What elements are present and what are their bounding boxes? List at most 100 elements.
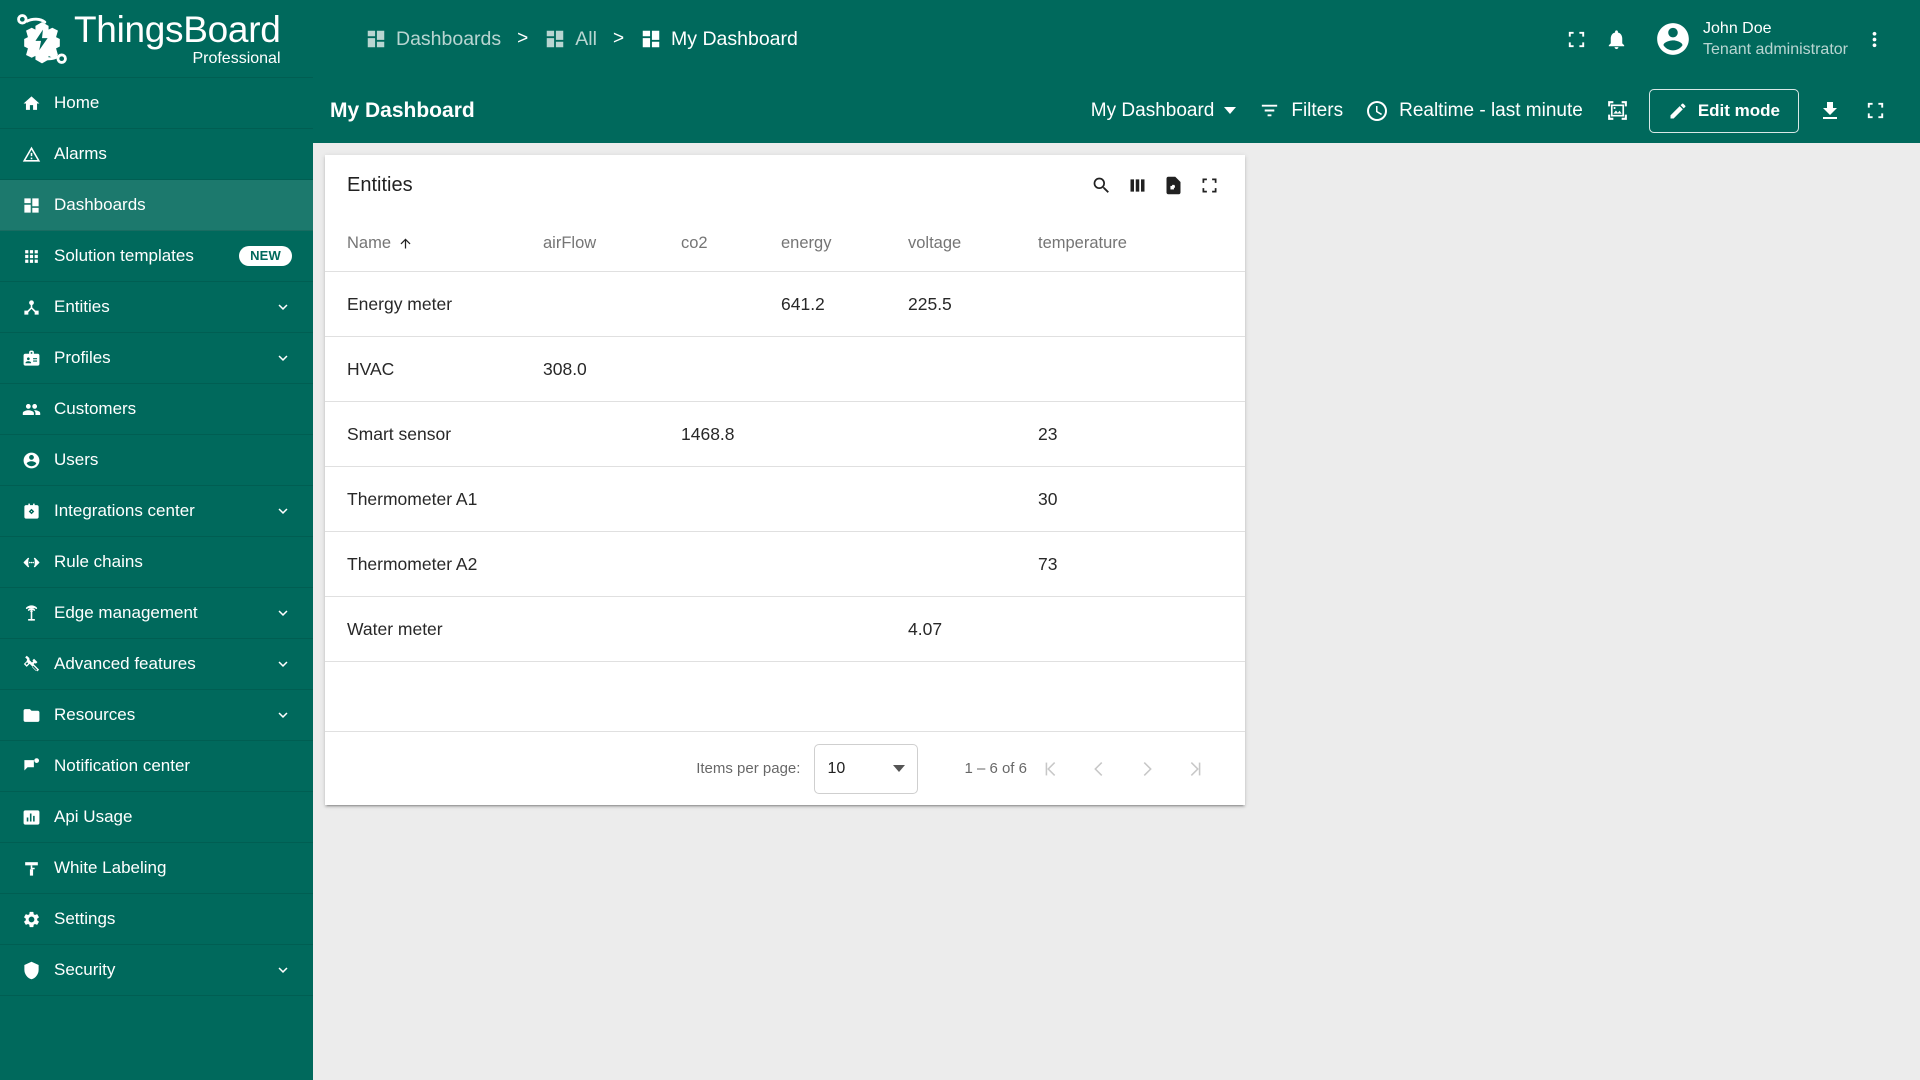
table-header-row: Name airFlow co2 energy voltage temperat… [325,215,1245,272]
sidebar-item-rule-chains[interactable]: Rule chains [0,537,313,588]
chevron-down-icon[interactable] [274,655,292,673]
thingsboard-app: ThingsBoard Professional Home Alarms Das… [0,0,1920,1080]
column-header-co2[interactable]: co2 [681,234,781,253]
cell-name: Water meter [347,618,443,639]
dashboard-fullscreen-button[interactable] [1853,89,1898,133]
sidebar-item-advanced-features[interactable]: Advanced features [0,639,313,690]
sidebar-item-dashboards[interactable]: Dashboards [0,180,313,231]
column-header-energy[interactable]: energy [781,234,908,253]
download-button[interactable] [1807,89,1853,133]
breadcrumb-item-dashboards[interactable]: Dashboards [365,28,501,51]
cell-temperature: 23 [1038,423,1058,444]
sidebar-item-label: Profiles [54,348,111,367]
cell-voltage: 4.07 [908,618,943,639]
breadcrumb-item-all[interactable]: All [544,28,597,51]
sidebar-item-entities[interactable]: Entities [0,282,313,333]
brand-name: ThingsBoard [74,8,281,50]
chevron-down-icon[interactable] [274,961,292,979]
table-row[interactable]: Water meter 4.07 [325,597,1245,662]
breadcrumb-separator: > [517,28,529,49]
sidebar-item-alarms[interactable]: Alarms [0,129,313,180]
sidebar-item-label: Entities [54,297,110,316]
chevron-down-icon[interactable] [274,706,292,724]
column-header-airflow[interactable]: airFlow [543,234,681,253]
last-page-icon[interactable] [1171,747,1219,791]
sidebar-item-api-usage[interactable]: Api Usage [0,792,313,843]
cell-co2: 1468.8 [681,423,735,444]
previous-page-icon[interactable] [1075,747,1123,791]
table-row[interactable]: Energy meter 641.2 225.5 [325,272,1245,337]
edit-mode-label: Edit mode [1697,100,1780,120]
items-per-page-label: Items per page: [696,760,801,777]
clock-icon [1365,99,1389,123]
breadcrumb-item-my-dashboard[interactable]: My Dashboard [640,28,798,51]
sidebar-item-home[interactable]: Home [0,78,313,129]
breadcrumb: Dashboards > All > My Dashboard [365,28,798,51]
sidebar-item-label: Advanced features [54,654,196,673]
dashboard-select[interactable]: My Dashboard [1080,89,1248,133]
sidebar: ThingsBoard Professional Home Alarms Das… [0,0,313,1080]
entities-table-widget: Entities Name airFlow co2 energy voltage… [325,155,1245,805]
fullscreen-icon[interactable] [1191,167,1227,203]
sidebar-item-security[interactable]: Security [0,945,313,996]
cell-temperature: 30 [1038,488,1058,509]
breadcrumb-label: Dashboards [396,27,502,50]
page-size-select[interactable]: 10 [814,743,919,794]
column-header-temperature[interactable]: temperature [1038,234,1245,253]
user-menu[interactable]: John Doe Tenant administrator [1654,18,1848,60]
sidebar-item-label: Integrations center [54,501,195,520]
sidebar-item-label: White Labeling [54,858,167,877]
paint-roller-icon [22,859,41,878]
badge-icon [22,349,41,368]
user-name: John Doe [1703,20,1772,37]
table-row[interactable]: Thermometer A2 73 [325,532,1245,597]
column-header-name[interactable]: Name [347,234,543,253]
integrations-icon [22,502,41,521]
sidebar-item-solution-templates[interactable]: Solution templates NEW [0,231,313,282]
sidebar-item-notification-center[interactable]: Notification center [0,741,313,792]
table-row[interactable]: Thermometer A1 30 [325,467,1245,532]
sidebar-item-resources[interactable]: Resources [0,690,313,741]
breadcrumb-label: All [575,27,597,50]
sidebar-item-integrations-center[interactable]: Integrations center [0,486,313,537]
chevron-down-icon[interactable] [274,349,292,367]
chevron-down-icon[interactable] [274,502,292,520]
cell-voltage: 225.5 [908,293,952,314]
search-icon[interactable] [1083,167,1119,203]
filter-icon [1258,99,1281,122]
widget-header: Entities [325,155,1245,215]
bell-icon[interactable] [1596,19,1636,59]
cell-name: HVAC [347,358,395,379]
sidebar-item-edge-management[interactable]: Edge management [0,588,313,639]
next-page-icon[interactable] [1123,747,1171,791]
sidebar-item-label: Dashboards [54,195,146,214]
timewindow-button[interactable]: Realtime - last minute [1354,89,1594,133]
chevron-down-icon[interactable] [274,604,292,622]
sidebar-item-settings[interactable]: Settings [0,894,313,945]
widget-title: Entities [347,173,413,196]
sidebar-item-label: Edge management [54,603,198,622]
folder-icon [22,706,41,725]
sidebar-item-label: Settings [54,909,116,928]
cell-name: Thermometer A2 [347,553,478,574]
more-vert-icon[interactable] [1854,19,1894,59]
brand-logo[interactable]: ThingsBoard Professional [0,0,313,78]
table-row[interactable]: HVAC 308.0 [325,337,1245,402]
image-export-button[interactable] [1594,89,1641,133]
sidebar-item-label: Api Usage [54,807,133,826]
column-header-voltage[interactable]: voltage [908,234,1038,253]
sidebar-item-profiles[interactable]: Profiles [0,333,313,384]
sidebar-item-customers[interactable]: Customers [0,384,313,435]
first-page-icon[interactable] [1027,747,1075,791]
columns-icon[interactable] [1119,167,1155,203]
filters-button[interactable]: Filters [1247,89,1354,133]
edit-mode-button[interactable]: Edit mode [1648,88,1799,133]
table-row[interactable]: Smart sensor 1468.8 23 [325,402,1245,467]
fullscreen-icon [1864,99,1887,122]
sidebar-item-white-labeling[interactable]: White Labeling [0,843,313,894]
chevron-down-icon[interactable] [274,298,292,316]
fullscreen-icon[interactable] [1556,19,1596,59]
sidebar-item-users[interactable]: Users [0,435,313,486]
file-export-icon[interactable] [1155,167,1191,203]
dashboard-select-value: My Dashboard [1090,99,1215,121]
